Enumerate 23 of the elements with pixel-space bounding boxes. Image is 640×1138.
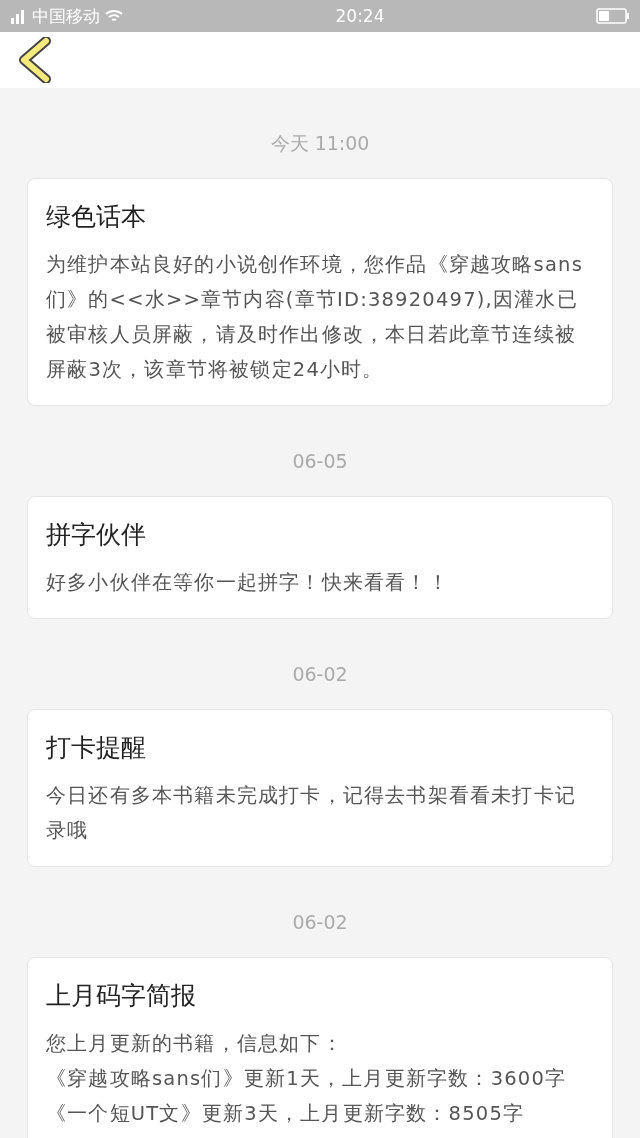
message-date: 06-02 <box>291 910 349 935</box>
wifi-icon <box>104 8 124 24</box>
message-card[interactable]: 绿色话本 为维护本站良好的小说创作环境，您作品《穿越攻略sans们》的<<水>>章节内容(章节ID:38920497),因灌水已被审核人员屏蔽，请及时作出修改，本日若此章节连续被屏蔽3次，该章节将被锁定24小时。 <box>27 178 613 406</box>
message-text: 《穿越攻略sans们》更新1天，上月更新字数：3600字 <box>46 1066 568 1092</box>
message-text: 您上月更新的书籍，信息如下： <box>46 1031 344 1057</box>
message-title: 上月码字简报 <box>46 980 197 1012</box>
message-card[interactable]: 打卡提醒 今日还有多本书籍未完成打卡，记得去书架看看未打卡记录哦 <box>27 709 613 867</box>
message-date: 06-05 <box>291 449 349 474</box>
carrier-name: 中国移动 <box>32 4 100 28</box>
message-date: 06-02 <box>291 662 349 687</box>
status-time: 20:24 <box>335 6 385 26</box>
message-title: 打卡提醒 <box>46 732 147 764</box>
message-card[interactable]: 拼字伙伴 好多小伙伴在等你一起拼字！快来看看！！ <box>27 496 613 619</box>
battery-icon <box>596 8 630 24</box>
message-text: 好多小伙伴在等你一起拼字！快来看看！！ <box>46 570 450 596</box>
back-icon[interactable] <box>18 37 52 83</box>
message-title: 绿色话本 <box>46 201 147 233</box>
message-text: 为维护本站良好的小说创作环境，您作品《穿越攻略sans们》的<<水>>章节内容(章节ID:38920497),因灌水已被审核人员屏蔽，请及时作出修改，本日若此章节连续被屏蔽3次，该章节将被锁定24小时。 <box>46 252 585 383</box>
message-card[interactable]: 上月码字简报 您上月更新的书籍，信息如下： 《穿越攻略sans们》更新1天，上月更新字数：3600字 《一个短UT文》更新3天，上月更新字数：8505字 <box>27 957 613 1138</box>
message-text: 今日还有多本书籍未完成打卡，记得去书架看看未打卡记录哦 <box>46 783 577 844</box>
message-date: 今天 11:00 <box>269 131 371 156</box>
message-title: 拼字伙伴 <box>46 519 147 551</box>
message-text: 《一个短UT文》更新3天，上月更新字数：8505字 <box>46 1101 526 1127</box>
